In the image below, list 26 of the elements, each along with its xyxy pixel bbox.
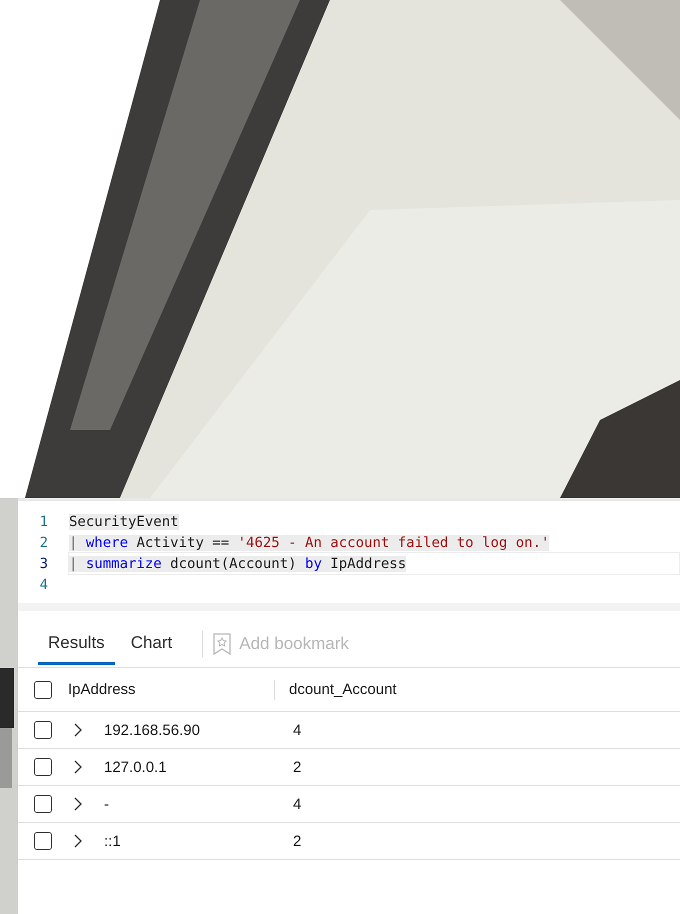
checkbox[interactable]	[34, 832, 52, 850]
line-number: 1	[38, 514, 48, 530]
table-cell: 2	[293, 758, 302, 776]
bookmark-icon	[213, 633, 232, 655]
table-cell: 4	[293, 722, 302, 738]
table-cell-text: -	[104, 796, 110, 812]
chevron-icon[interactable]	[74, 797, 82, 811]
checkbox[interactable]	[34, 680, 52, 698]
line-number: 3	[38, 556, 48, 572]
column-header[interactable]: dcount_Account	[289, 681, 397, 698]
tab[interactable]: Results	[38, 623, 115, 665]
checkbox[interactable]	[34, 795, 52, 813]
checkbox[interactable]	[34, 758, 52, 776]
chevron-icon[interactable]	[74, 723, 82, 737]
table-cell-text: 127.0.0.1	[104, 758, 168, 776]
checkbox[interactable]	[34, 721, 52, 739]
table-cell: 4	[293, 796, 302, 812]
chevron-icon[interactable]	[74, 760, 82, 774]
chevron-icon[interactable]	[74, 834, 82, 848]
line-number: 2	[38, 534, 48, 550]
tab[interactable]: Chart	[120, 623, 182, 665]
table-cell-text: ::1	[104, 832, 122, 850]
table-cell: 2	[293, 832, 302, 850]
line-number: 4	[38, 576, 48, 592]
column-header[interactable]: IpAddress	[68, 681, 274, 698]
table-cell-text: 192.168.56.90	[104, 722, 201, 738]
